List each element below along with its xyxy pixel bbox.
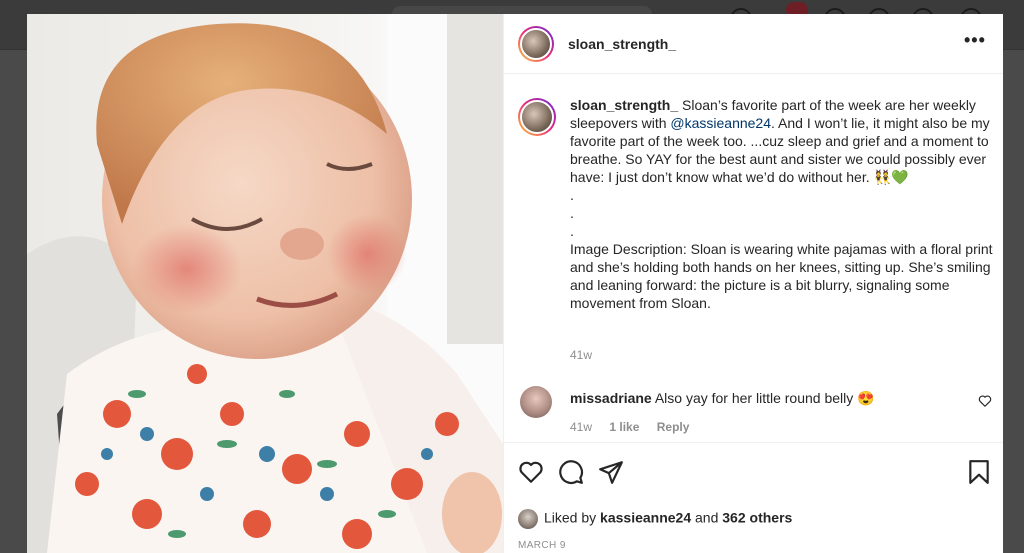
comment-body: Also yay for her little round belly 😍 [651, 390, 875, 406]
commenter-username[interactable]: missadriane [570, 390, 652, 406]
comment-text: missadriane Also yay for her little roun… [570, 389, 875, 407]
comment-reply-button[interactable]: Reply [657, 420, 690, 434]
comment-icon[interactable] [558, 459, 584, 485]
comment-timestamp[interactable]: 41w [570, 420, 592, 434]
comment-like-count[interactable]: 1 like [609, 420, 639, 434]
mention-link[interactable]: @kassieanne24 [670, 115, 771, 131]
comment-like-heart-icon[interactable] [978, 394, 992, 408]
post-date[interactable]: MARCH 9 [518, 540, 566, 551]
liker-avatar[interactable] [518, 509, 538, 529]
caption-text: sloan_strength_ Sloan’s favorite part of… [570, 96, 1000, 312]
likes-middle: and [691, 509, 723, 526]
post-details-panel: sloan_strength_ ••• sloan_strength_ Sloa… [503, 14, 1003, 553]
author-username[interactable]: sloan_strength_ [568, 36, 676, 52]
heart-icon[interactable] [518, 459, 544, 485]
post-actions: Liked by kassieanne24 and 362 others MAR… [504, 442, 1003, 553]
caption-username[interactable]: sloan_strength_ [570, 97, 678, 113]
post-header: sloan_strength_ ••• [504, 14, 1003, 74]
liker-username[interactable]: kassieanne24 [600, 510, 691, 526]
commenter-avatar[interactable] [520, 386, 552, 418]
likes-prefix: Liked by [544, 509, 601, 526]
post-photo-image [27, 14, 503, 553]
caption-timestamp[interactable]: 41w [570, 348, 592, 362]
caption-author-avatar[interactable] [518, 98, 556, 136]
comment-meta: 41w 1 like Reply [570, 420, 703, 434]
post-modal: sloan_strength_ ••• sloan_strength_ Sloa… [27, 14, 1003, 553]
share-icon[interactable] [598, 459, 624, 485]
likes-summary: Liked by kassieanne24 and 362 others [518, 509, 792, 529]
likes-others-link[interactable]: 362 others [722, 510, 792, 526]
more-icon[interactable]: ••• [964, 30, 986, 51]
post-photo[interactable] [27, 14, 503, 553]
caption-text-part-2: . And I won’t lie, it might also be my f… [570, 115, 993, 311]
bookmark-icon[interactable] [966, 459, 992, 485]
comment: missadriane Also yay for her little roun… [518, 384, 998, 444]
author-avatar[interactable] [518, 26, 554, 62]
